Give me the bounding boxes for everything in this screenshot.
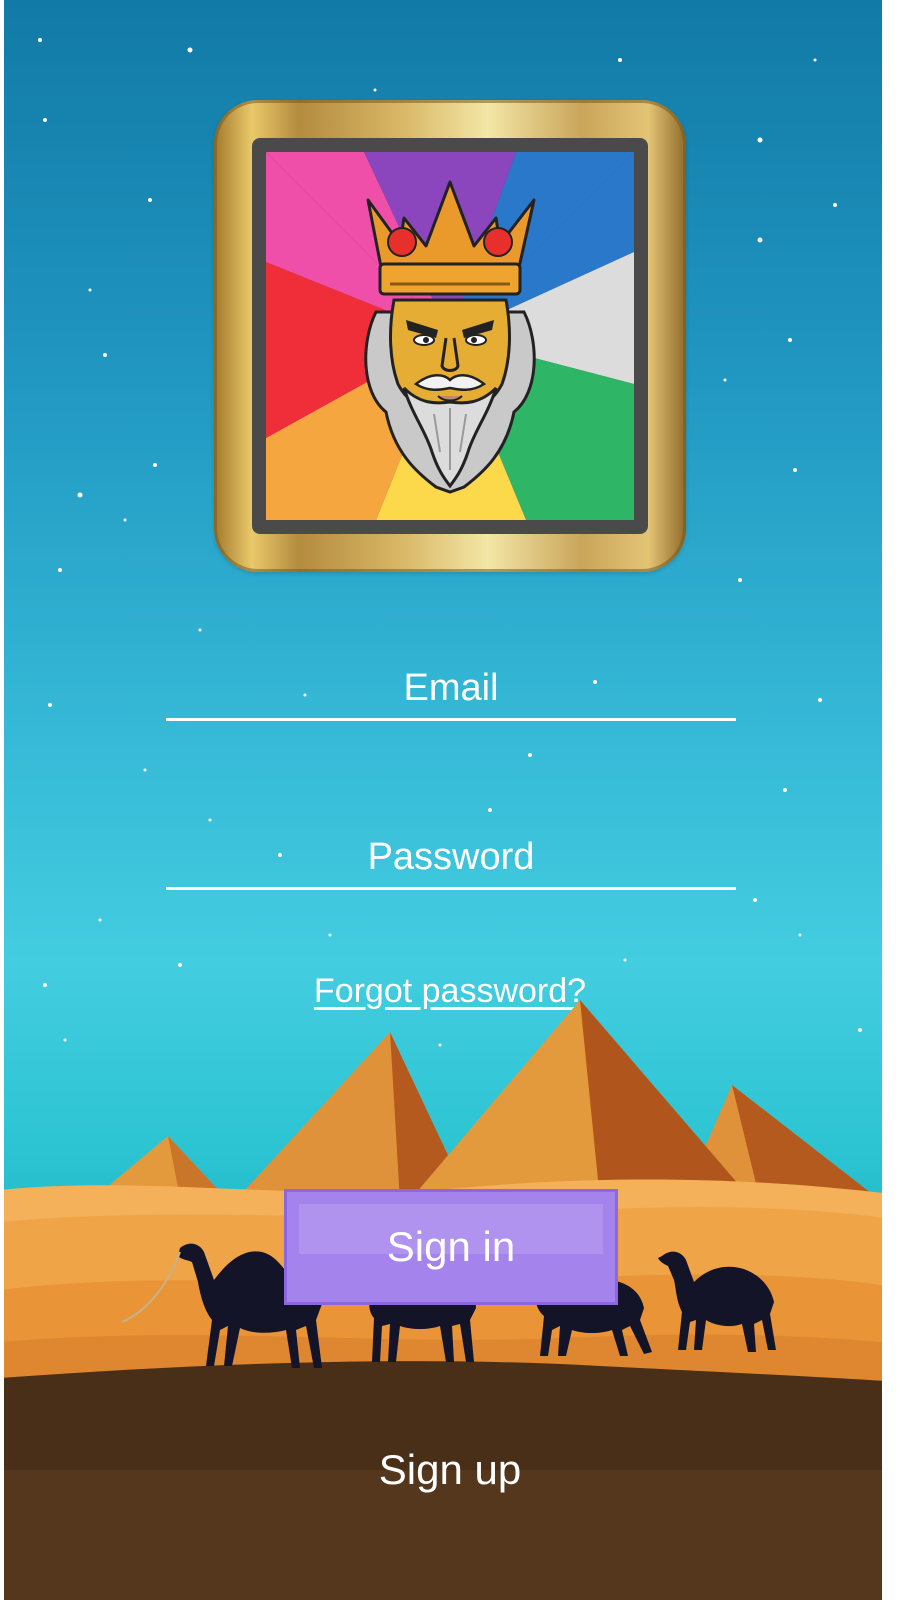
app-logo bbox=[214, 100, 686, 572]
left-border bbox=[0, 0, 4, 1600]
password-field[interactable] bbox=[166, 827, 736, 890]
sign-in-button[interactable]: Sign in bbox=[284, 1189, 618, 1305]
right-border bbox=[882, 0, 900, 1600]
king-with-crown-icon bbox=[266, 152, 634, 520]
sign-in-label: Sign in bbox=[386, 1223, 516, 1270]
sign-up-button[interactable]: Sign up bbox=[0, 1446, 900, 1494]
login-screen: Forgot password? bbox=[0, 0, 900, 1600]
email-field[interactable] bbox=[166, 658, 736, 721]
logo-inner-frame bbox=[252, 138, 648, 534]
pyramid-icon bbox=[94, 1000, 880, 1202]
